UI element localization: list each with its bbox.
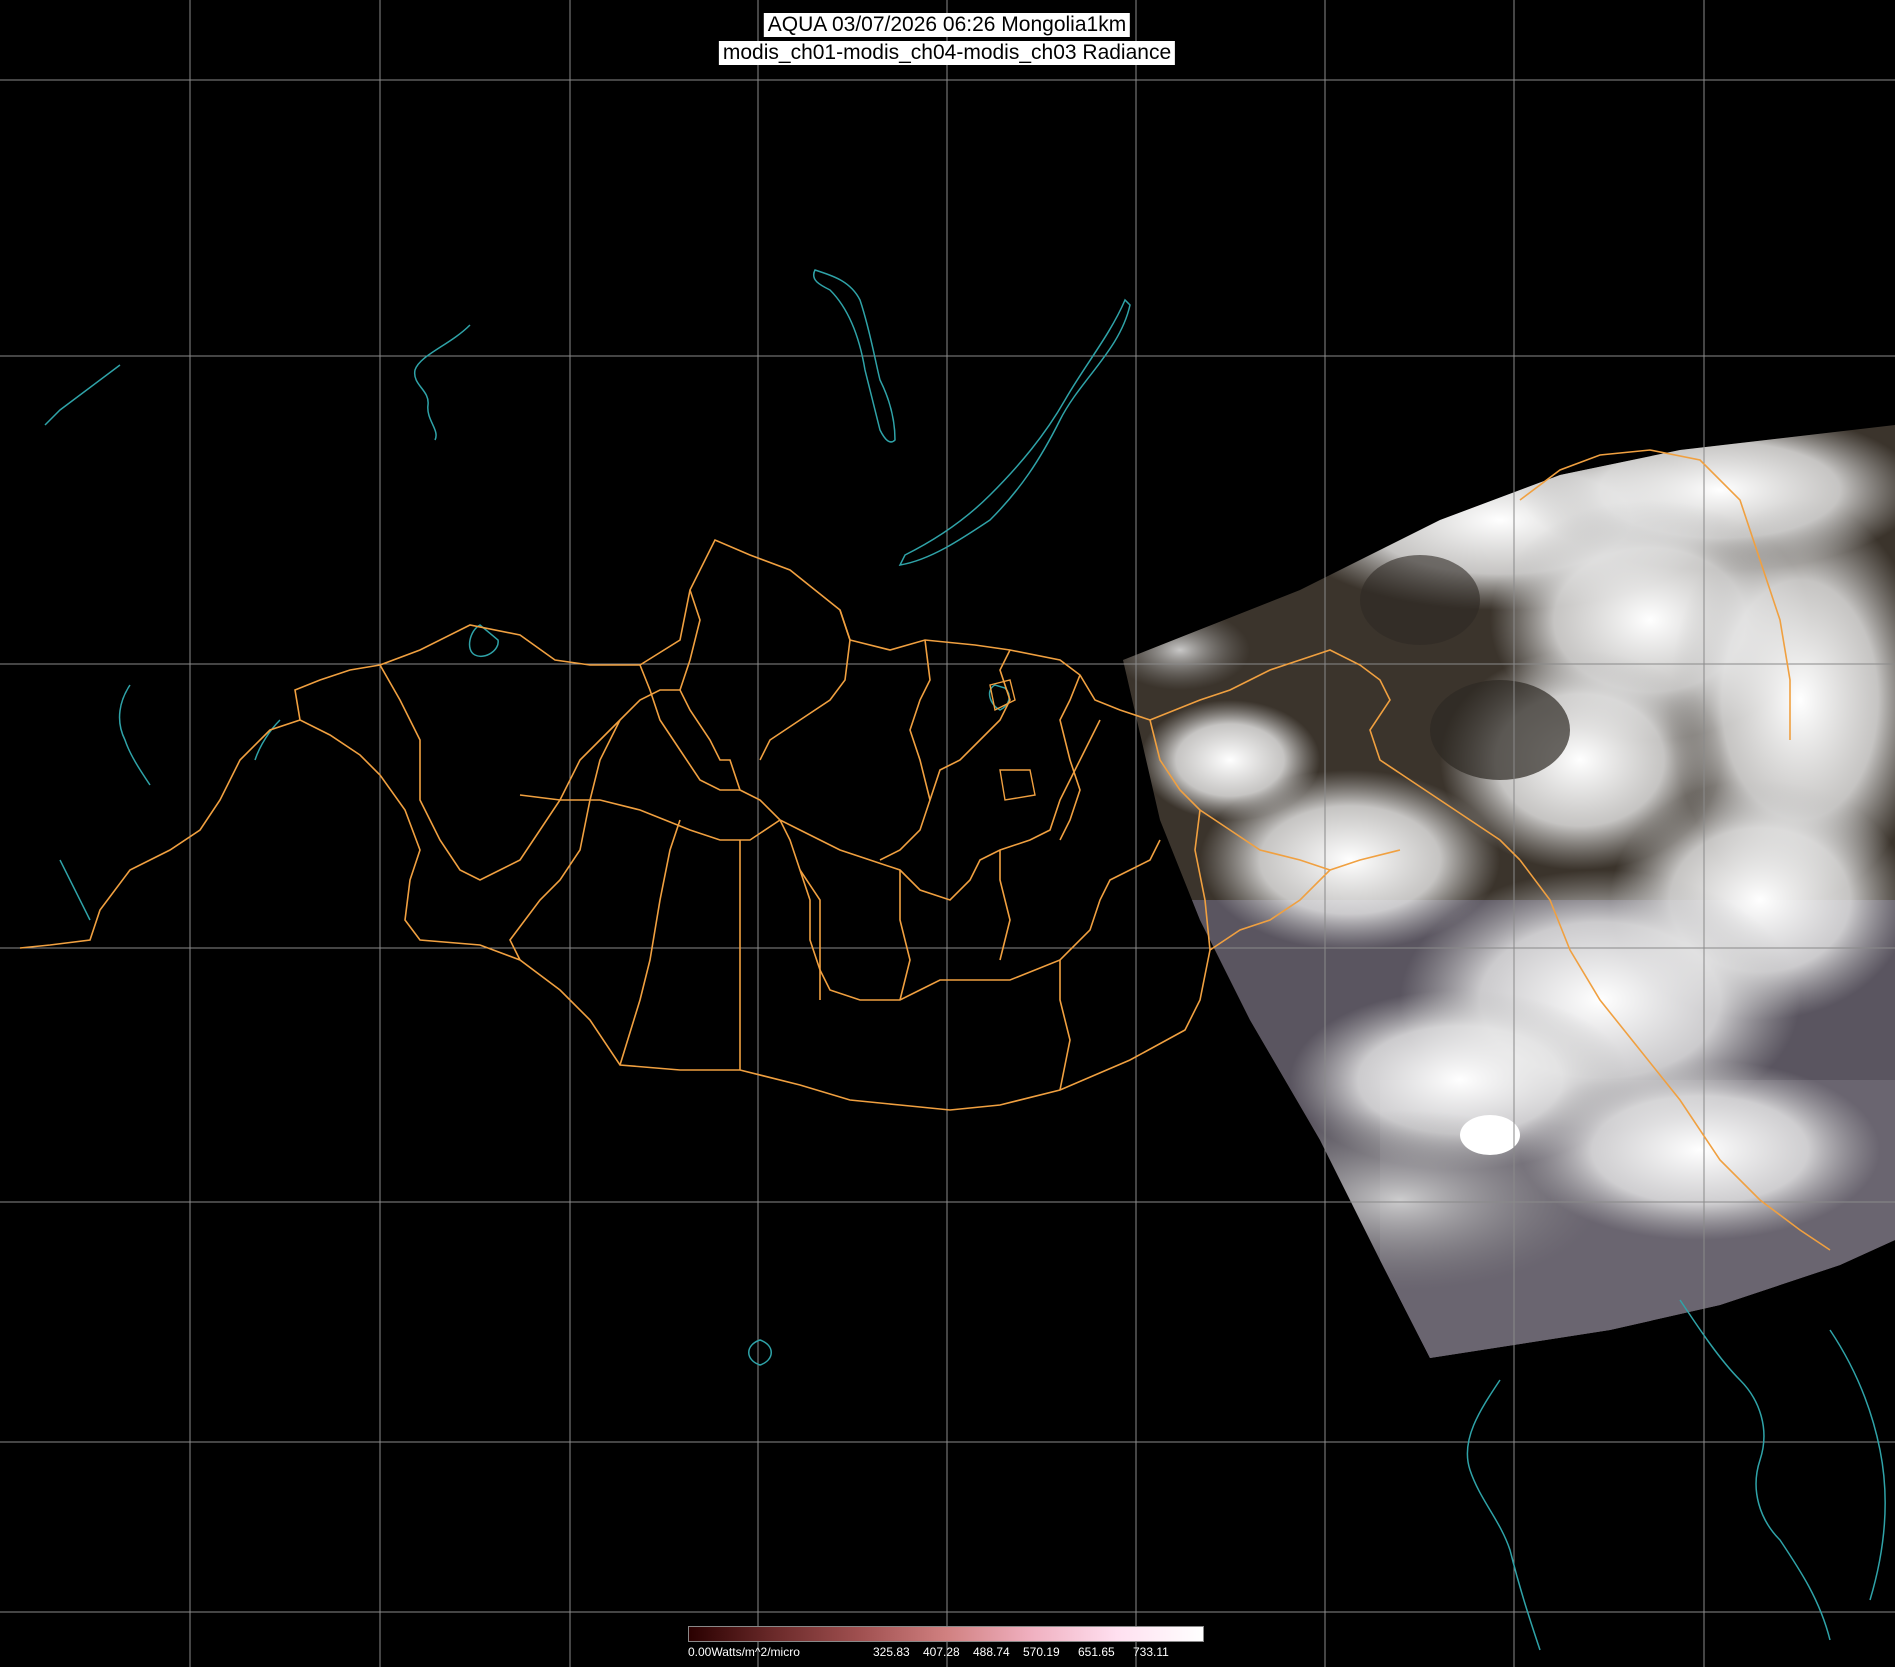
colorbar-tick-2: 407.28 <box>923 1645 960 1659</box>
map-title-line2: modis_ch01-modis_ch04-modis_ch03 Radianc… <box>718 41 1176 65</box>
colorbar-tick-3: 488.74 <box>973 1645 1010 1659</box>
colorbar-tick-4: 570.19 <box>1023 1645 1060 1659</box>
map-title-line1: AQUA 03/07/2026 06:26 Mongolia1km <box>763 13 1131 37</box>
province-details <box>989 679 1036 801</box>
satellite-swath <box>1123 425 1895 1358</box>
colorbar-unit-label: 0.00Watts/m^2/micro <box>688 1645 800 1659</box>
satellite-map <box>0 0 1895 1667</box>
colorbar-tick-6: 733.11 <box>1133 1645 1169 1659</box>
colorbar-tick-1: 325.83 <box>873 1645 910 1659</box>
colorbar-gradient <box>688 1626 1204 1642</box>
colorbar-legend: 0.00Watts/m^2/micro 325.83 407.28 488.74… <box>688 1626 1204 1660</box>
colorbar-tick-5: 651.65 <box>1078 1645 1115 1659</box>
